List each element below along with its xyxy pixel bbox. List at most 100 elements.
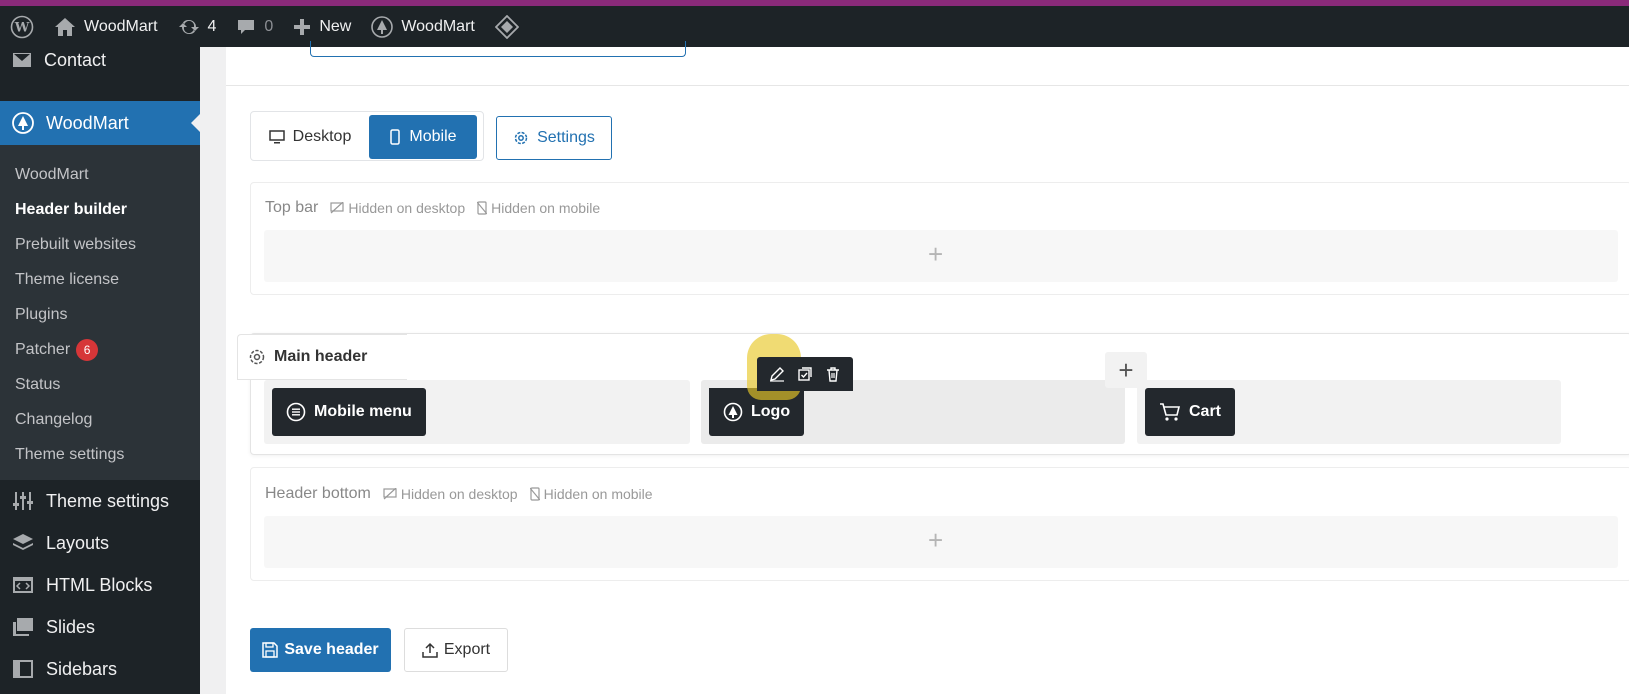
tab-mobile[interactable]: Mobile <box>369 115 477 159</box>
updates-menu[interactable]: 4 <box>168 6 227 47</box>
site-name-menu[interactable]: WoodMart <box>44 6 168 47</box>
submenu-label: WoodMart <box>15 165 89 183</box>
element-label: Logo <box>751 403 791 420</box>
patcher-count-badge: 6 <box>76 338 99 361</box>
save-header-button[interactable]: Save header <box>250 628 391 672</box>
header-name-input[interactable] <box>310 41 686 57</box>
settings-label: Settings <box>537 129 595 146</box>
add-element-icon[interactable]: + <box>928 239 943 270</box>
submenu-label: Changelog <box>15 410 93 428</box>
trash-icon[interactable] <box>825 366 841 382</box>
comments-count: 0 <box>264 17 274 35</box>
sidebar-item-label: Contact <box>44 49 107 70</box>
sidebar-item-sidebars[interactable]: Sidebars <box>0 648 200 690</box>
sidebar-item-label: Slides <box>46 616 96 637</box>
add-element-button[interactable]: + <box>1105 352 1147 388</box>
sidebar-item-woodmart[interactable]: WoodMart <box>0 101 200 145</box>
sidebar-item-label: Theme settings <box>46 490 170 511</box>
submenu-label: Theme settings <box>15 445 125 463</box>
submenu-label: Prebuilt websites <box>15 235 136 253</box>
sidebar-item-label: Sidebars <box>46 658 118 679</box>
desktop-icon <box>268 130 285 144</box>
save-label: Save header <box>284 641 379 658</box>
refresh-icon <box>178 19 199 34</box>
main-header-title: Main header <box>274 348 368 365</box>
submenu-item-theme-settings[interactable]: Theme settings <box>0 437 200 472</box>
drop-zone[interactable]: + <box>264 230 1618 282</box>
hidden-label: Hidden on desktop <box>400 486 518 502</box>
submenu-label: Patcher <box>15 340 71 358</box>
cart-icon <box>1160 403 1181 421</box>
woodmart-tree-icon <box>12 112 34 134</box>
element-label: Mobile menu <box>314 403 412 420</box>
comments-menu[interactable]: 0 <box>226 6 283 47</box>
top-bar-title: Top bar <box>265 199 319 216</box>
header-bottom-title: Header bottom <box>265 485 371 502</box>
hidden-label: Hidden on desktop <box>348 200 466 216</box>
column-left: Mobile menu <box>264 380 690 444</box>
sidebar-item-theme-settings[interactable]: Theme settings <box>0 480 200 522</box>
woodmart-tree-icon <box>371 15 394 38</box>
submenu-item-header-builder[interactable]: Header builder <box>0 192 200 227</box>
submenu-label: Status <box>15 375 61 393</box>
site-name: WoodMart <box>84 17 158 35</box>
tab-desktop[interactable]: Desktop <box>254 115 366 159</box>
upload-icon <box>422 642 438 658</box>
submenu-label: Theme license <box>15 270 120 288</box>
sidebar-item-slides[interactable]: Slides <box>0 606 200 648</box>
drop-zone[interactable]: + <box>264 516 1618 568</box>
submenu-item-changelog[interactable]: Changelog <box>0 402 200 437</box>
sliders-icon <box>13 492 33 510</box>
mobile-off-icon <box>529 487 540 501</box>
sidebar-item-html-blocks[interactable]: HTML Blocks <box>0 564 200 606</box>
gear-icon[interactable] <box>248 348 266 366</box>
submenu-item-prebuilt-websites[interactable]: Prebuilt websites <box>0 227 200 262</box>
submenu-item-plugins[interactable]: Plugins <box>0 297 200 332</box>
comment-icon <box>238 19 255 34</box>
woodmart-tree-icon <box>723 402 743 422</box>
desktop-off-icon <box>383 488 397 500</box>
add-element-icon[interactable]: + <box>928 525 943 556</box>
row-title: Top bar Hidden on desktop Hidden on mobi… <box>265 199 600 217</box>
submenu-item-theme-license[interactable]: Theme license <box>0 262 200 297</box>
tab-label: Desktop <box>292 128 352 145</box>
submenu-item-woodmart[interactable]: WoodMart <box>0 157 200 192</box>
submenu-item-patcher[interactable]: Patcher 6 <box>0 332 200 367</box>
cart-element[interactable]: Cart <box>1145 388 1236 436</box>
sidebar-item-label: HTML Blocks <box>46 574 153 595</box>
mobile-icon <box>390 129 401 145</box>
submenu-item-status[interactable]: Status <box>0 367 200 402</box>
hidden-on-mobile-flag: Hidden on mobile <box>477 200 600 216</box>
wordpress-icon: W <box>10 15 34 38</box>
edit-pencil-icon[interactable] <box>769 366 785 382</box>
hidden-label: Hidden on mobile <box>491 200 601 216</box>
mobile-off-icon <box>477 201 488 215</box>
sidebar-item-contact[interactable]: Contact <box>0 45 200 75</box>
code-block-icon <box>13 577 33 593</box>
export-button[interactable]: Export <box>404 628 508 672</box>
hidden-on-desktop-flag: Hidden on desktop <box>330 200 465 216</box>
gear-icon <box>514 131 528 145</box>
svg-text:W: W <box>14 20 30 35</box>
mail-icon <box>13 53 31 67</box>
hidden-on-mobile-flag: Hidden on mobile <box>529 486 653 502</box>
element-label: Cart <box>1189 403 1222 420</box>
slides-icon <box>13 618 33 636</box>
duplicate-icon[interactable] <box>797 366 813 382</box>
submenu-label: Header builder <box>15 200 128 218</box>
mobile-menu-element[interactable]: Mobile menu <box>272 388 426 436</box>
admin-bar: W WoodMart 4 0 New WoodMart <box>0 6 1629 47</box>
hidden-label: Hidden on mobile <box>543 486 653 502</box>
main-header-title-tab[interactable]: Main header <box>237 334 407 380</box>
divider <box>226 85 1629 86</box>
plus-icon <box>294 18 311 35</box>
diamond-icon <box>494 14 519 39</box>
updates-count: 4 <box>207 17 217 35</box>
element-toolbar <box>757 357 853 391</box>
settings-button[interactable]: Settings <box>496 116 612 160</box>
sidebar-item-label: Layouts <box>46 532 110 553</box>
save-icon <box>262 642 279 658</box>
wordpress-logo-menu[interactable]: W <box>0 6 44 47</box>
sidebar-item-layouts[interactable]: Layouts <box>0 522 200 564</box>
new-label: New <box>319 17 352 35</box>
